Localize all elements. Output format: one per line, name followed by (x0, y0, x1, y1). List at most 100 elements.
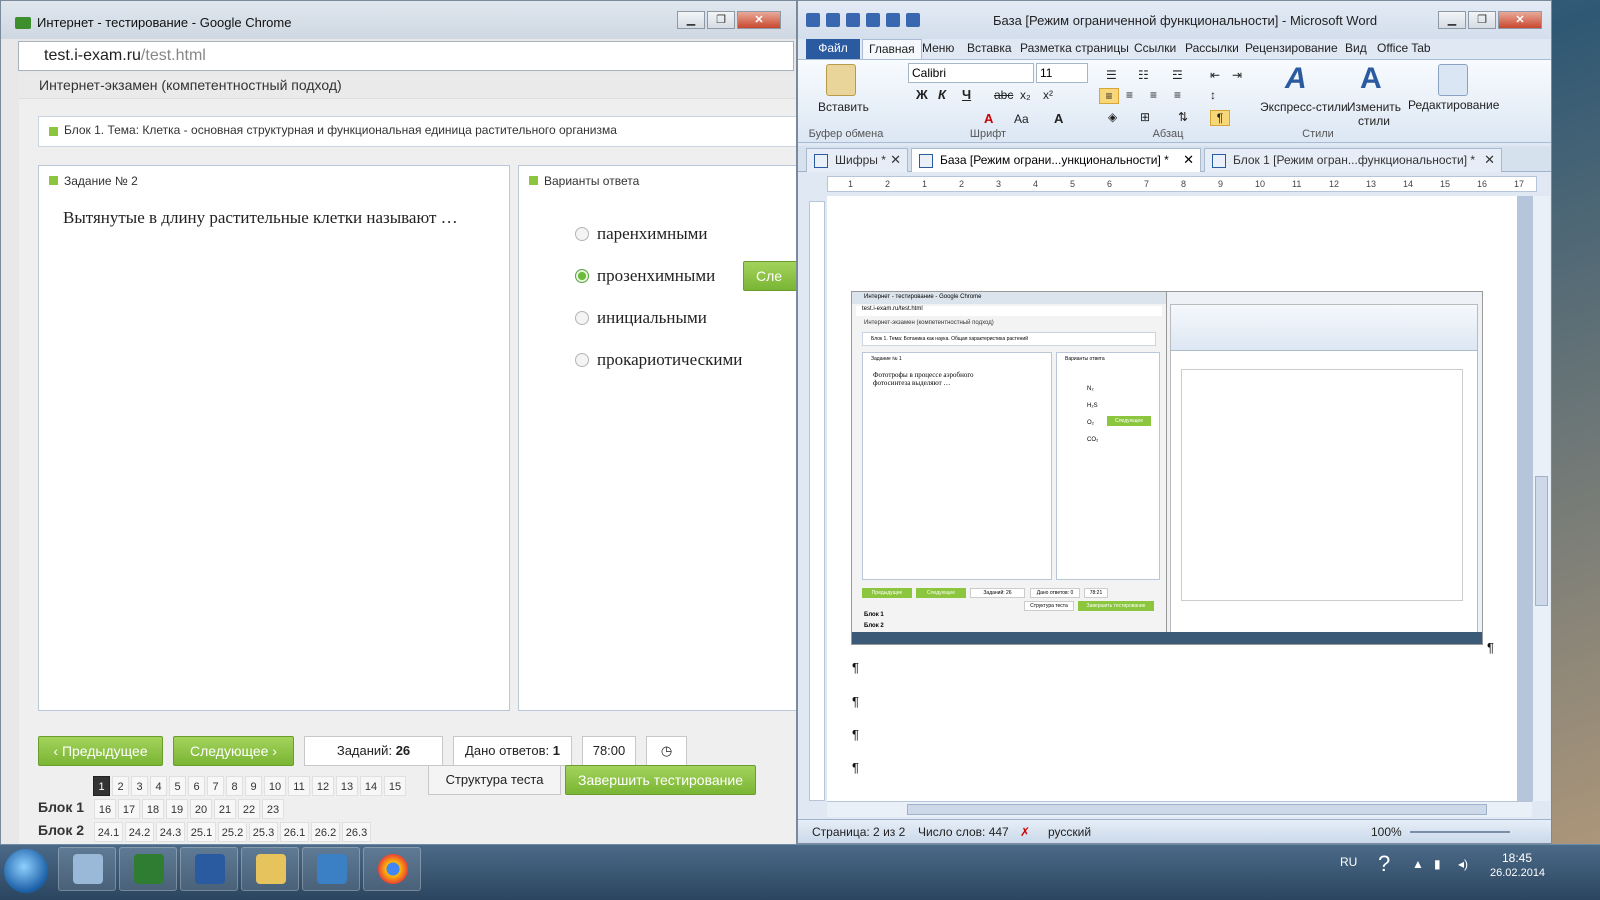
question-nav-item[interactable]: 14 (360, 776, 382, 796)
volume-icon[interactable]: ◂) (1458, 857, 1468, 871)
tab-layout[interactable]: Разметка страницы (1014, 39, 1135, 59)
close-icon[interactable]: ✕ (1498, 11, 1542, 29)
express-styles-label[interactable]: Экспресс-стили (1260, 100, 1348, 114)
shading-icon[interactable]: ◈ (1108, 110, 1117, 124)
line-spacing-icon[interactable]: ↕ (1210, 88, 1216, 102)
tab-insert[interactable]: Вставка (961, 39, 1018, 59)
word-title-bar[interactable]: База [Режим ограниченной функциональност… (798, 1, 1551, 39)
paste-icon[interactable] (826, 64, 856, 96)
taskbar-calculator[interactable] (58, 847, 116, 891)
tab-office-tab[interactable]: Office Tab (1371, 39, 1437, 59)
align-right-icon[interactable]: ≡ (1150, 88, 1157, 102)
question-nav-item[interactable]: 13 (336, 776, 358, 796)
vertical-ruler[interactable] (809, 201, 825, 801)
align-center-icon[interactable]: ≡ (1126, 88, 1133, 102)
clock-time[interactable]: 18:45 (1502, 851, 1532, 865)
structure-button[interactable]: Структура теста (428, 765, 561, 795)
vertical-scrollbar[interactable] (1532, 196, 1550, 801)
tab-references[interactable]: Ссылки (1128, 39, 1182, 59)
question-nav-item[interactable]: 3 (131, 776, 148, 796)
strikethrough-icon[interactable]: abc (994, 88, 1013, 102)
horizontal-ruler[interactable]: 1 2 1 2 3 4 5 6 7 8 9 10 11 12 13 14 15 16 17 (827, 176, 1537, 192)
answer-option-selected[interactable]: прозенхимными (575, 266, 715, 286)
network-icon[interactable]: ▮ (1434, 857, 1441, 871)
address-bar[interactable]: test.i-exam.ru/test.html (18, 41, 794, 71)
question-nav-item[interactable]: 25.2 (218, 822, 247, 842)
sort-icon[interactable]: ⇅ (1178, 110, 1188, 124)
question-nav-item[interactable]: 23 (262, 799, 284, 819)
change-styles-icon[interactable]: A (1360, 62, 1382, 96)
change-styles-label[interactable]: Изменить стили (1346, 100, 1402, 128)
save-icon[interactable] (826, 13, 840, 27)
close-icon[interactable]: ✕ (1484, 152, 1495, 168)
taskbar-chrome[interactable] (363, 847, 421, 891)
restore-icon[interactable]: ❐ (707, 11, 735, 29)
taskbar-excel[interactable] (119, 847, 177, 891)
scroll-thumb[interactable] (1535, 476, 1548, 606)
doc-tab[interactable]: Шифры * ✕ (806, 148, 908, 172)
next-button[interactable]: Следующее › (173, 736, 294, 766)
chrome-title-bar[interactable]: Интернет - тестирование - Google Chrome … (1, 1, 796, 39)
tab-mailings[interactable]: Рассылки (1179, 39, 1245, 59)
close-icon[interactable]: ✕ (737, 11, 781, 29)
question-nav-item[interactable]: 25.1 (187, 822, 216, 842)
hscroll-thumb[interactable] (907, 804, 1487, 815)
question-nav-item[interactable]: 17 (118, 799, 140, 819)
zoom-slider[interactable] (1410, 831, 1510, 833)
font-color-icon[interactable]: А (984, 111, 993, 126)
question-nav-item[interactable]: 12 (312, 776, 334, 796)
restore-icon[interactable]: ❐ (1468, 11, 1496, 29)
question-nav-item[interactable]: 6 (188, 776, 205, 796)
question-nav-item[interactable]: 21 (214, 799, 236, 819)
question-nav-item[interactable]: 24.1 (94, 822, 123, 842)
find-icon[interactable] (1438, 64, 1468, 96)
question-nav-item[interactable]: 4 (150, 776, 167, 796)
question-nav-item[interactable]: 24.3 (156, 822, 185, 842)
bold-icon[interactable]: Ж (916, 87, 928, 102)
taskbar-word[interactable] (180, 847, 238, 891)
clock-date[interactable]: 26.02.2014 (1490, 867, 1545, 879)
minimize-icon[interactable]: ▁ (1438, 11, 1466, 29)
question-nav-item[interactable]: 22 (238, 799, 260, 819)
tab-home[interactable]: Главная (862, 39, 922, 59)
question-nav-item[interactable]: 19 (166, 799, 188, 819)
status-words[interactable]: Число слов: 447 (918, 825, 1009, 839)
outdent-icon[interactable]: ⇥ (1232, 68, 1242, 82)
question-nav-item[interactable]: 20 (190, 799, 212, 819)
prev-button[interactable]: ‹ Предыдущее (38, 736, 163, 766)
question-nav-item[interactable]: 8 (226, 776, 243, 796)
clock-icon[interactable]: ◷ (646, 736, 687, 766)
doc-tab[interactable]: Блок 1 [Режим огран...функциональности] … (1204, 148, 1502, 172)
question-nav-item[interactable]: 9 (245, 776, 262, 796)
answer-option[interactable]: прокариотическими (575, 350, 742, 370)
question-nav-item[interactable]: 18 (142, 799, 164, 819)
subscript-icon[interactable]: x₂ (1020, 88, 1031, 102)
open-icon[interactable] (906, 13, 920, 27)
close-icon[interactable]: ✕ (1183, 152, 1194, 168)
underline-icon[interactable]: Ч (962, 87, 971, 102)
indent-icon[interactable]: ⇤ (1210, 68, 1220, 82)
question-nav-item[interactable]: 26.2 (311, 822, 340, 842)
change-case-icon[interactable]: Aa (1014, 112, 1029, 126)
minimize-icon[interactable]: ▁ (677, 11, 705, 29)
question-nav-item[interactable]: 26.1 (280, 822, 309, 842)
tab-menu[interactable]: Меню (916, 39, 960, 59)
answer-option[interactable]: паренхимными (575, 224, 708, 244)
question-nav-item[interactable]: 10 (264, 776, 286, 796)
font-name-select[interactable]: Calibri (908, 63, 1034, 83)
status-language[interactable]: русский (1048, 825, 1091, 839)
question-nav-item[interactable]: 5 (169, 776, 186, 796)
question-nav-item[interactable]: 11 (288, 776, 310, 796)
paste-label[interactable]: Вставить (818, 100, 869, 114)
status-page[interactable]: Страница: 2 из 2 (812, 825, 905, 839)
justify-icon[interactable]: ≡ (1174, 88, 1181, 102)
show-marks-icon[interactable]: ¶ (1210, 110, 1230, 126)
font-size-select[interactable]: 11 (1036, 63, 1088, 83)
taskbar-explorer[interactable] (241, 847, 299, 891)
radio-selected-icon[interactable] (575, 269, 589, 283)
document-page[interactable]: Интернет - тестирование - Google Chrome … (827, 196, 1517, 806)
grow-font-icon[interactable]: A (1054, 111, 1063, 126)
zoom-level[interactable]: 100% (1371, 825, 1402, 839)
radio-icon[interactable] (575, 311, 589, 325)
doc-tab-active[interactable]: База [Режим ограни...ункциональности] * ✕ (911, 148, 1201, 172)
